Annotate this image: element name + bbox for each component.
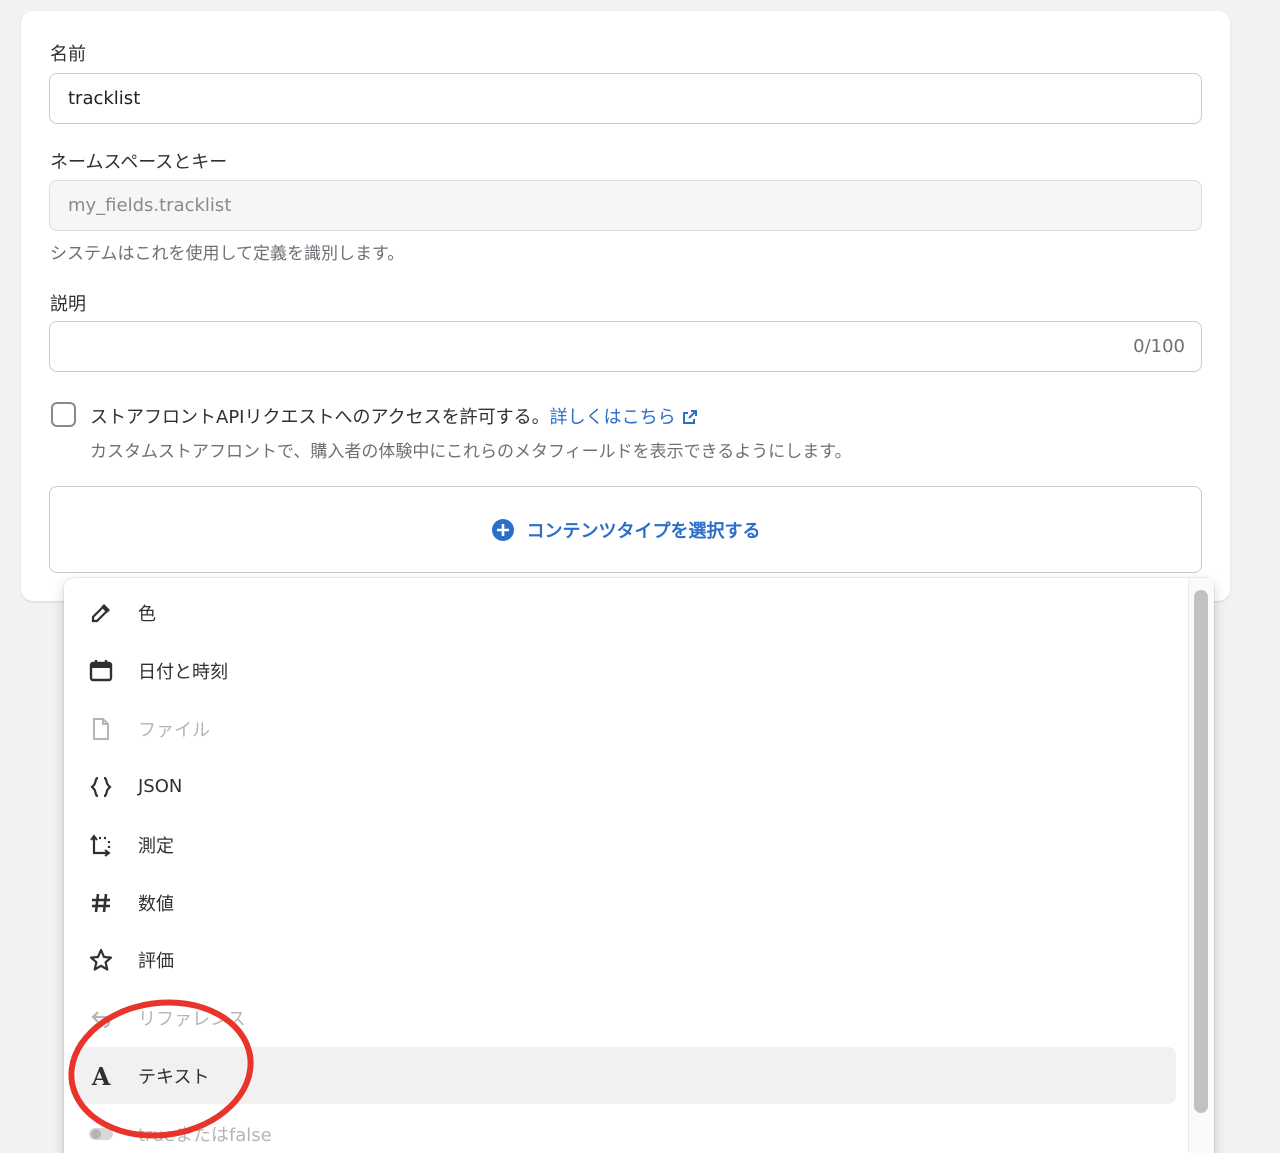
- option-number[interactable]: 数値: [76, 874, 1176, 931]
- name-label: 名前: [50, 44, 86, 65]
- description-input[interactable]: 0/100: [49, 321, 1202, 372]
- dropdown-scrollbar-thumb[interactable]: [1194, 590, 1208, 1113]
- option-label: ファイル: [138, 719, 210, 741]
- measurement-icon: [88, 832, 114, 858]
- braces-icon: [88, 774, 114, 800]
- plus-circle-icon: [491, 518, 515, 542]
- calendar-icon: [88, 658, 114, 684]
- star-icon: [88, 947, 114, 973]
- hash-icon: [88, 890, 114, 916]
- storefront-access-label: ストアフロントAPIリクエストへのアクセスを許可する。詳しくはこちら: [90, 403, 698, 430]
- description-label: 説明: [50, 294, 86, 315]
- learn-more-link[interactable]: 詳しくはこちら: [550, 407, 698, 428]
- option-label: 測定: [138, 835, 174, 857]
- option-label: 評価: [138, 950, 174, 972]
- select-content-type-label[interactable]: コンテンツタイプを選択する: [527, 517, 761, 543]
- option-true-false: trueまたはfalse: [76, 1105, 1176, 1153]
- namespace-key-label: ネームスペースとキー: [50, 152, 228, 173]
- option-json[interactable]: JSON: [76, 758, 1176, 815]
- name-input[interactable]: tracklist: [49, 73, 1202, 124]
- eyedropper-icon: [88, 600, 114, 626]
- option-rating[interactable]: 評価: [76, 931, 1176, 988]
- option-label: JSON: [138, 776, 183, 797]
- option-label: 数値: [138, 893, 174, 915]
- option-measurement[interactable]: 測定: [76, 816, 1176, 873]
- namespace-key-input: my_fields.tracklist: [49, 180, 1202, 231]
- storefront-access-checkbox[interactable]: [51, 402, 76, 427]
- storefront-access-help: カスタムストアフロントで、購入者の体験中にこれらのメタフィールドを表示できるよう…: [90, 442, 852, 462]
- file-icon: [88, 716, 114, 742]
- option-label: 色: [138, 603, 156, 625]
- external-link-icon: [682, 409, 698, 430]
- description-counter: 0/100: [1133, 336, 1185, 357]
- storefront-access-text: ストアフロントAPIリクエストへのアクセスを許可する。: [90, 407, 550, 428]
- select-content-type-button[interactable]: コンテンツタイプを選択する: [49, 486, 1202, 573]
- namespace-key-help: システムはこれを使用して定義を識別します。: [50, 244, 405, 264]
- option-label: 日付と時刻: [138, 661, 228, 683]
- option-color[interactable]: 色: [76, 584, 1176, 641]
- option-file: ファイル: [76, 700, 1176, 757]
- learn-more-text[interactable]: 詳しくはこちら: [550, 407, 676, 428]
- option-date-time[interactable]: 日付と時刻: [76, 642, 1176, 699]
